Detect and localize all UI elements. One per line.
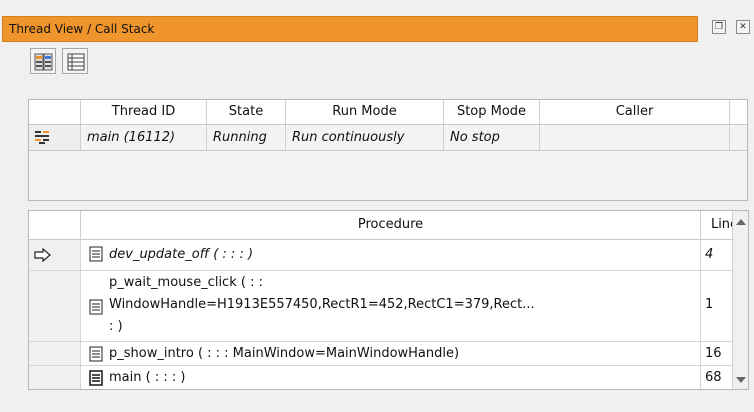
- current-line-arrow-icon: [29, 240, 81, 270]
- procedure-name: dev_update_off ( : : : ): [109, 247, 254, 262]
- thread-id-cell: main (16112): [81, 125, 207, 150]
- splitter-handle[interactable]: [29, 198, 747, 202]
- procedure-doc-icon: [89, 346, 103, 362]
- thread-running-icon: [29, 125, 81, 150]
- call-stack-button[interactable]: [62, 48, 88, 74]
- stop-mode-cell: No stop: [444, 125, 540, 150]
- procedure-name-line-1: p_wait_mouse_click ( : :: [109, 275, 263, 290]
- panel-title-bar[interactable]: Thread View / Call Stack: [2, 16, 698, 42]
- thread-view-button[interactable]: [30, 48, 56, 74]
- procedure-name: p_show_intro ( : : : MainWindow=MainWind…: [109, 346, 460, 361]
- procedure-cell: p_wait_mouse_click ( : : WindowHandle=H1…: [81, 271, 701, 341]
- close-icon[interactable]: ✕: [736, 20, 750, 34]
- procedure-cell: p_show_intro ( : : : MainWindow=MainWind…: [81, 342, 701, 365]
- table-row[interactable]: p_show_intro ( : : : MainWindow=MainWind…: [29, 342, 748, 366]
- thread-table: Thread ID State Run Mode Stop Mode Calle…: [28, 99, 748, 201]
- procedure-name: main ( : : : ): [109, 370, 186, 385]
- main-procedure-icon: [89, 370, 103, 386]
- procedure-doc-icon: [89, 299, 103, 315]
- thread-table-header: Thread ID State Run Mode Stop Mode Calle…: [29, 100, 747, 125]
- marker-cell: [29, 271, 81, 341]
- scroll-up-icon[interactable]: [736, 219, 746, 225]
- call-stack-table: Procedure Line dev_update_off (:::) …: [28, 210, 749, 390]
- table-row[interactable]: p_wait_mouse_click ( : : WindowHandle=H1…: [29, 271, 748, 342]
- column-header-thread-id[interactable]: Thread ID: [81, 100, 207, 124]
- state-cell: Running: [207, 125, 286, 150]
- thread-view-icon: [34, 53, 53, 71]
- marker-column-header: [29, 100, 81, 124]
- procedure-name-line-3: : ): [109, 319, 123, 334]
- scroll-down-icon[interactable]: [736, 377, 746, 383]
- thread-view-panel: Thread View / Call Stack ❐ ✕ Thread ID S…: [0, 0, 754, 412]
- caller-cell: [540, 125, 730, 150]
- column-header-state[interactable]: State: [207, 100, 286, 124]
- panel-title: Thread View / Call Stack: [9, 22, 155, 36]
- column-header-caller[interactable]: Caller: [540, 100, 730, 124]
- restore-icon[interactable]: ❐: [712, 20, 726, 34]
- vertical-scrollbar[interactable]: [732, 211, 748, 389]
- call-stack-header: Procedure Line: [29, 211, 748, 240]
- call-stack-list-icon: [67, 53, 85, 71]
- table-row[interactable]: dev_update_off ( : : : ) 4: [29, 240, 748, 271]
- procedure-doc-icon: [89, 246, 103, 262]
- column-header-procedure[interactable]: Procedure: [81, 211, 701, 239]
- table-row[interactable]: main (16112) Running Run continuously No…: [29, 125, 747, 151]
- column-header-run-mode[interactable]: Run Mode: [286, 100, 444, 124]
- marker-cell: [29, 342, 81, 365]
- procedure-cell: main ( : : : ): [81, 366, 701, 389]
- table-row[interactable]: main ( : : : ) 68: [29, 366, 748, 389]
- marker-cell: [29, 366, 81, 389]
- column-header-stop-mode[interactable]: Stop Mode: [444, 100, 540, 124]
- procedure-name-line-2: WindowHandle=H1913E557450,RectR1=452,Rec…: [109, 297, 535, 312]
- procedure-cell: dev_update_off ( : : : ): [81, 240, 701, 270]
- marker-column-header: [29, 211, 81, 239]
- run-mode-cell: Run continuously: [286, 125, 444, 150]
